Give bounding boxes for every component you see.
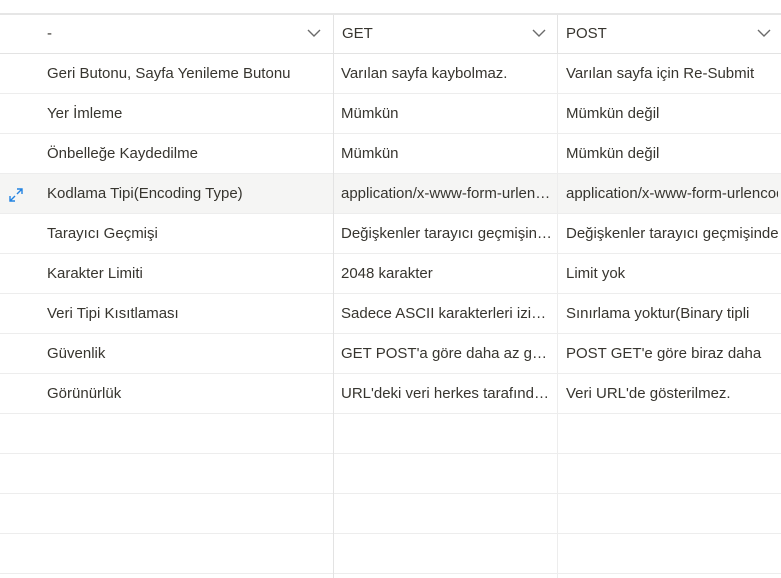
table-row[interactable]: Tarayıcı Geçmişi Değişkenler tarayıcı geç…: [0, 214, 781, 254]
column-header-post[interactable]: POST: [558, 15, 781, 53]
post-cell[interactable]: Limit yok: [566, 254, 778, 293]
get-cell[interactable]: Varılan sayfa kaybolmaz.: [341, 54, 553, 93]
expand-icon[interactable]: [8, 187, 24, 203]
row-name-cell[interactable]: Tarayıcı Geçmişi: [47, 214, 329, 253]
post-cell[interactable]: Varılan sayfa için Re-Submit: [566, 54, 778, 93]
post-cell[interactable]: Sınırlama yoktur(Binary tipli: [566, 294, 778, 333]
post-cell[interactable]: POST GET'e göre biraz daha: [566, 334, 778, 373]
column-header-label: -: [47, 25, 52, 42]
column-header-name[interactable]: -: [0, 15, 334, 53]
chevron-down-icon[interactable]: [757, 28, 771, 38]
row-name-cell[interactable]: Veri Tipi Kısıtlaması: [47, 294, 329, 333]
table-row[interactable]: [0, 494, 781, 534]
get-cell[interactable]: Mümkün: [341, 94, 553, 133]
table-row[interactable]: Yer İmleme Mümkün Mümkün değil: [0, 94, 781, 134]
row-name-cell[interactable]: [47, 534, 329, 573]
column-divider: [333, 54, 334, 578]
post-cell[interactable]: [566, 414, 778, 453]
table-row[interactable]: Karakter Limiti 2048 karakter Limit yok: [0, 254, 781, 294]
post-cell[interactable]: [566, 454, 778, 493]
table-header: - GET POST: [0, 15, 781, 54]
table-row[interactable]: [0, 534, 781, 574]
post-cell[interactable]: Mümkün değil: [566, 134, 778, 173]
row-name-cell[interactable]: Karakter Limiti: [47, 254, 329, 293]
get-cell[interactable]: Sadece ASCII karakterleri izin verilir: [341, 294, 553, 333]
get-cell[interactable]: GET POST'a göre daha az güvenlidir: [341, 334, 553, 373]
row-name-cell[interactable]: Kodlama Tipi(Encoding Type): [47, 174, 329, 213]
get-cell[interactable]: [341, 534, 553, 573]
row-name-cell[interactable]: Görünürlük: [47, 374, 329, 413]
row-name-cell[interactable]: Güvenlik: [47, 334, 329, 373]
post-cell[interactable]: Veri URL'de gösterilmez.: [566, 374, 778, 413]
row-name-cell[interactable]: Geri Butonu, Sayfa Yenileme Butonu: [47, 54, 329, 93]
get-cell[interactable]: Mümkün: [341, 134, 553, 173]
row-name-cell[interactable]: [47, 454, 329, 493]
table-row[interactable]: Önbelleğe Kaydedilme Mümkün Mümkün değil: [0, 134, 781, 174]
get-cell[interactable]: [341, 414, 553, 453]
table-row[interactable]: Geri Butonu, Sayfa Yenileme Butonu Varıla…: [0, 54, 781, 94]
get-cell[interactable]: URL'deki veri herkes tarafından görülebi…: [341, 374, 553, 413]
get-cell[interactable]: Değişkenler tarayıcı geçmişinde kalır: [341, 214, 553, 253]
post-cell[interactable]: [566, 534, 778, 573]
get-cell[interactable]: [341, 454, 553, 493]
table-row[interactable]: Güvenlik GET POST'a göre daha az güvenlid…: [0, 334, 781, 374]
table-row[interactable]: [0, 454, 781, 494]
table-row[interactable]: [0, 414, 781, 454]
post-cell[interactable]: application/x-www-form-urlencoded: [566, 174, 778, 213]
post-cell[interactable]: Değişkenler tarayıcı geçmişinde kalmaz: [566, 214, 778, 253]
row-name-cell[interactable]: Yer İmleme: [47, 94, 329, 133]
post-cell[interactable]: [566, 494, 778, 533]
column-header-label: POST: [566, 25, 607, 42]
column-divider: [557, 54, 558, 578]
get-cell[interactable]: [341, 494, 553, 533]
table-row[interactable]: Görünürlük URL'deki veri herkes tarafında…: [0, 374, 781, 414]
chevron-down-icon[interactable]: [307, 28, 321, 38]
get-cell[interactable]: application/x-www-form-urlencoded: [341, 174, 553, 213]
table-row[interactable]: Veri Tipi Kısıtlaması Sadece ASCII karakt…: [0, 294, 781, 334]
table-row[interactable]: Kodlama Tipi(Encoding Type) application/x…: [0, 174, 781, 214]
post-cell[interactable]: Mümkün değil: [566, 94, 778, 133]
row-name-cell[interactable]: Önbelleğe Kaydedilme: [47, 134, 329, 173]
column-header-get[interactable]: GET: [334, 15, 558, 53]
comparison-table: - GET POST Geri Butonu, Sayfa Yenileme B…: [0, 0, 781, 578]
row-name-cell[interactable]: [47, 414, 329, 453]
row-name-cell[interactable]: [47, 494, 329, 533]
column-header-label: GET: [342, 25, 373, 42]
chevron-down-icon[interactable]: [532, 28, 546, 38]
get-cell[interactable]: 2048 karakter: [341, 254, 553, 293]
